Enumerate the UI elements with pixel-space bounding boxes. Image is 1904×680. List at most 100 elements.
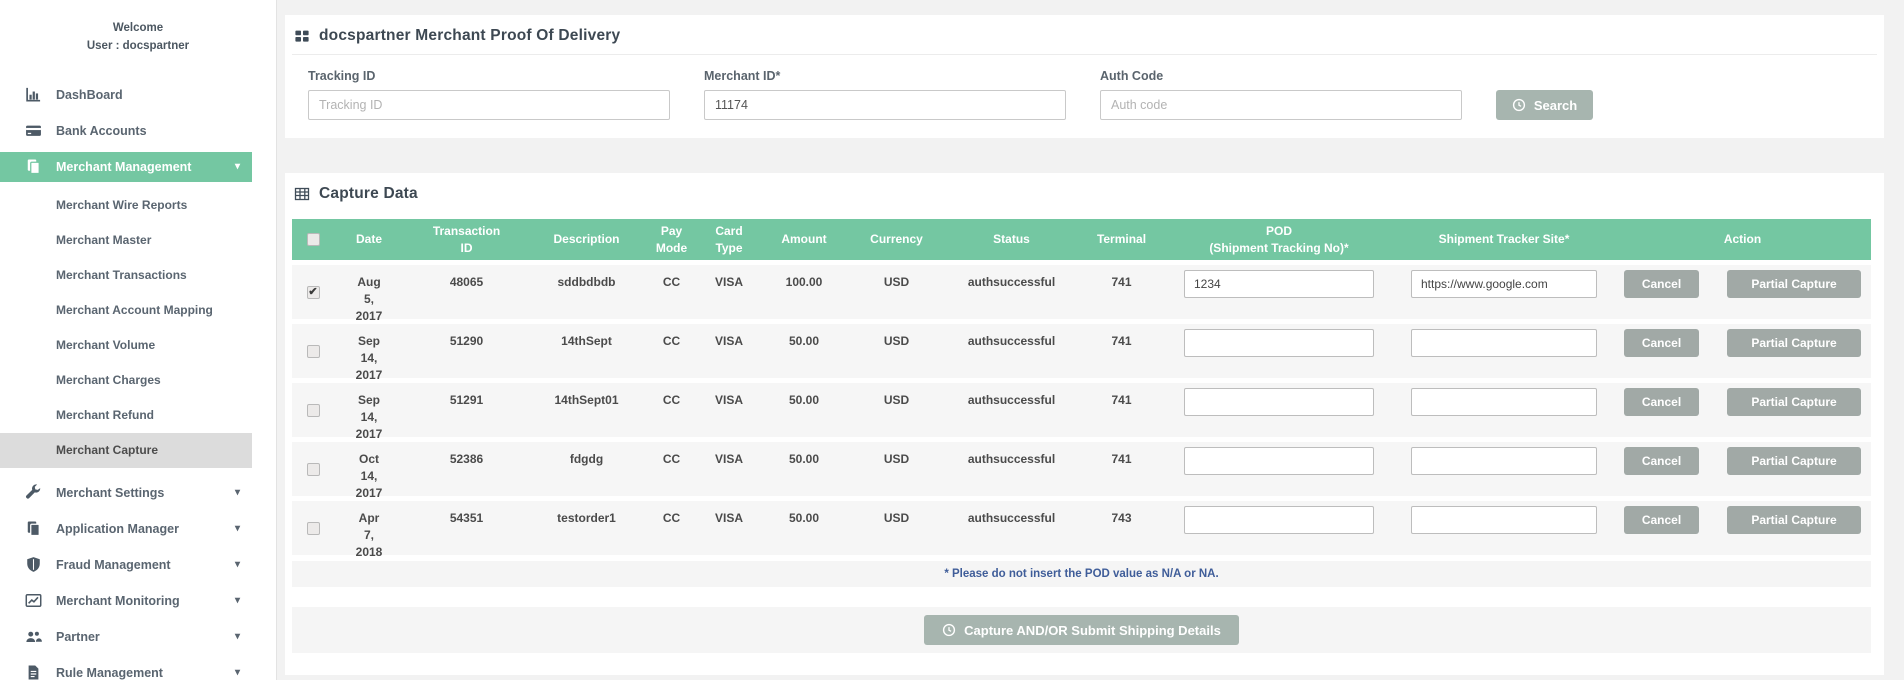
sidebar-item-merchant-monitoring[interactable]: Merchant Monitoring ▾ bbox=[0, 586, 252, 616]
merchant-id-input[interactable] bbox=[704, 90, 1066, 120]
pod-input[interactable] bbox=[1184, 447, 1374, 475]
cell-terminal: 741 bbox=[1079, 383, 1164, 437]
cancel-button[interactable]: Cancel bbox=[1624, 329, 1699, 357]
cell-transaction-id: 51290 bbox=[404, 324, 529, 378]
cancel-button[interactable]: Cancel bbox=[1624, 447, 1699, 475]
cancel-button[interactable]: Cancel bbox=[1624, 270, 1699, 298]
table-row: Oct 14, 2017 52386 fdgdg CC VISA 50.00 U… bbox=[292, 442, 1871, 496]
cell-transaction-id: 52386 bbox=[404, 442, 529, 496]
merchant-id-label: Merchant ID* bbox=[704, 69, 1066, 83]
cell-pay-mode: CC bbox=[644, 501, 699, 555]
tracker-site-input[interactable] bbox=[1411, 329, 1597, 357]
select-all-checkbox[interactable] bbox=[307, 233, 320, 246]
cell-description: 14thSept01 bbox=[529, 383, 644, 437]
sidebar-item-fraud-management[interactable]: Fraud Management ▾ bbox=[0, 550, 252, 580]
credit-card-icon bbox=[25, 122, 42, 139]
cancel-button[interactable]: Cancel bbox=[1624, 506, 1699, 534]
sidebar-item-rule-management[interactable]: Rule Management ▾ bbox=[0, 658, 252, 680]
cell-amount: 50.00 bbox=[759, 442, 849, 496]
welcome-user: User : docspartner bbox=[0, 38, 276, 56]
sidebar-item-dashboard[interactable]: DashBoard bbox=[0, 80, 252, 110]
partial-capture-button[interactable]: Partial Capture bbox=[1727, 329, 1861, 357]
row-checkbox[interactable] bbox=[307, 345, 320, 358]
merchant-management-submenu: Merchant Wire Reports Merchant Master Me… bbox=[0, 188, 276, 468]
sidebar-item-label: Rule Management bbox=[56, 666, 163, 680]
table-row: Sep 14, 2017 51291 14thSept01 CC VISA 50… bbox=[292, 383, 1871, 437]
cell-card-type: VISA bbox=[699, 265, 759, 319]
cell-date: Sep 14, 2017 bbox=[334, 324, 404, 378]
sidebar-item-merchant-wire-reports[interactable]: Merchant Wire Reports bbox=[0, 188, 252, 223]
clock-icon bbox=[1512, 98, 1526, 112]
table-row: Sep 14, 2017 51290 14thSept CC VISA 50.0… bbox=[292, 324, 1871, 378]
cell-terminal: 741 bbox=[1079, 442, 1164, 496]
cell-date: Apr 7, 2018 bbox=[334, 501, 404, 555]
sidebar-item-partner[interactable]: Partner ▾ bbox=[0, 622, 252, 652]
cell-pay-mode: CC bbox=[644, 324, 699, 378]
header-checkbox-cell bbox=[292, 229, 334, 250]
line-chart-icon bbox=[25, 592, 42, 609]
sidebar-item-merchant-settings[interactable]: Merchant Settings ▾ bbox=[0, 478, 252, 508]
partial-capture-button[interactable]: Partial Capture bbox=[1727, 447, 1861, 475]
sidebar: Welcome User : docspartner DashBoard Ban… bbox=[0, 0, 277, 680]
col-header-pay-mode: Pay Mode bbox=[644, 219, 699, 259]
cell-transaction-id: 51291 bbox=[404, 383, 529, 437]
auth-code-field-group: Auth Code bbox=[1100, 69, 1462, 120]
cell-currency: USD bbox=[849, 265, 944, 319]
chevron-down-icon: ▾ bbox=[235, 487, 240, 498]
search-button[interactable]: Search bbox=[1496, 90, 1593, 120]
cell-pay-mode: CC bbox=[644, 265, 699, 319]
partial-capture-button[interactable]: Partial Capture bbox=[1727, 506, 1861, 534]
capture-submit-button[interactable]: Capture AND/OR Submit Shipping Details bbox=[924, 615, 1239, 645]
sidebar-item-merchant-refund[interactable]: Merchant Refund bbox=[0, 398, 252, 433]
cell-currency: USD bbox=[849, 442, 944, 496]
sidebar-item-label: Partner bbox=[56, 630, 100, 644]
chevron-down-icon: ▾ bbox=[235, 559, 240, 570]
sidebar-item-label: Bank Accounts bbox=[56, 124, 147, 138]
col-header-description: Description bbox=[529, 227, 644, 251]
table-row: ✔ Aug 5, 2017 48065 sddbdbdb CC VISA 100… bbox=[292, 265, 1871, 319]
sidebar-item-merchant-account-mapping[interactable]: Merchant Account Mapping bbox=[0, 293, 252, 328]
sidebar-item-label: Fraud Management bbox=[56, 558, 171, 572]
pod-input[interactable] bbox=[1184, 506, 1374, 534]
sidebar-item-merchant-master[interactable]: Merchant Master bbox=[0, 223, 252, 258]
wrench-icon bbox=[25, 484, 42, 501]
sidebar-item-merchant-management[interactable]: Merchant Management ▾ bbox=[0, 152, 252, 182]
col-header-status: Status bbox=[944, 227, 1079, 251]
row-checkbox[interactable]: ✔ bbox=[307, 286, 320, 299]
grid-icon bbox=[294, 28, 310, 44]
pod-input[interactable] bbox=[1184, 388, 1374, 416]
cell-amount: 50.00 bbox=[759, 324, 849, 378]
cell-pay-mode: CC bbox=[644, 383, 699, 437]
col-header-date: Date bbox=[334, 227, 404, 251]
tracker-site-input[interactable] bbox=[1411, 388, 1597, 416]
users-icon bbox=[25, 628, 42, 645]
cancel-button[interactable]: Cancel bbox=[1624, 388, 1699, 416]
capture-title: Capture Data bbox=[319, 185, 418, 203]
auth-code-input[interactable] bbox=[1100, 90, 1462, 120]
sidebar-item-bank-accounts[interactable]: Bank Accounts bbox=[0, 116, 252, 146]
partial-capture-button[interactable]: Partial Capture bbox=[1727, 270, 1861, 298]
pod-input[interactable] bbox=[1184, 270, 1374, 298]
tracker-site-input[interactable] bbox=[1411, 270, 1597, 298]
pod-input[interactable] bbox=[1184, 329, 1374, 357]
tracking-id-input[interactable] bbox=[308, 90, 670, 120]
tracker-site-input[interactable] bbox=[1411, 447, 1597, 475]
chevron-down-icon: ▾ bbox=[235, 595, 240, 606]
row-checkbox[interactable] bbox=[307, 522, 320, 535]
sidebar-item-merchant-transactions[interactable]: Merchant Transactions bbox=[0, 258, 252, 293]
shield-icon bbox=[25, 556, 42, 573]
tracker-site-input[interactable] bbox=[1411, 506, 1597, 534]
sidebar-item-merchant-capture[interactable]: Merchant Capture bbox=[0, 433, 252, 468]
sidebar-item-merchant-volume[interactable]: Merchant Volume bbox=[0, 328, 252, 363]
sidebar-item-application-manager[interactable]: Application Manager ▾ bbox=[0, 514, 252, 544]
sidebar-item-label: Merchant Monitoring bbox=[56, 594, 180, 608]
row-checkbox[interactable] bbox=[307, 404, 320, 417]
chevron-down-icon: ▾ bbox=[235, 667, 240, 678]
cell-description: testorder1 bbox=[529, 501, 644, 555]
partial-capture-button[interactable]: Partial Capture bbox=[1727, 388, 1861, 416]
cell-transaction-id: 54351 bbox=[404, 501, 529, 555]
col-header-pod: POD (Shipment Tracking No)* bbox=[1164, 219, 1394, 259]
row-checkbox[interactable] bbox=[307, 463, 320, 476]
search-form: Tracking ID Merchant ID* Auth Code Searc… bbox=[292, 55, 1877, 138]
sidebar-item-merchant-charges[interactable]: Merchant Charges bbox=[0, 363, 252, 398]
